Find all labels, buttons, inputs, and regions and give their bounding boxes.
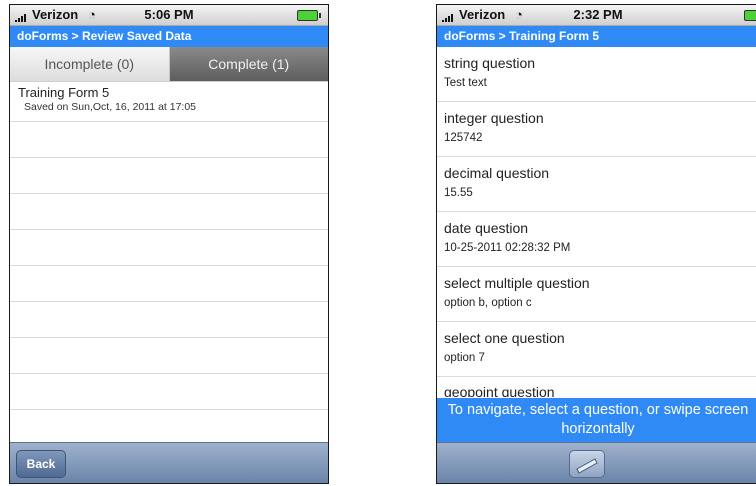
question-row-integer[interactable]: integer question 125742 bbox=[437, 102, 756, 157]
question-answer: option 7 bbox=[444, 352, 485, 364]
battery-icon bbox=[297, 10, 321, 21]
question-label: select multiple question bbox=[444, 275, 590, 291]
question-answer: 10-25-2011 02:28:32 PM bbox=[444, 242, 571, 254]
page-title: doForms > Training Form 5 bbox=[437, 26, 756, 47]
question-row-string[interactable]: string question Test text bbox=[437, 47, 756, 102]
phone-training-form: Verizon ◔ 2:32 PM doForms > Training For… bbox=[436, 4, 756, 484]
empty-row bbox=[10, 122, 328, 158]
list-item[interactable]: Training Form 5 Saved on Sun,Oct, 16, 20… bbox=[10, 82, 328, 122]
status-time: 5:06 PM bbox=[144, 7, 194, 22]
question-answer: 125742 bbox=[444, 132, 483, 144]
question-answer: 15.55 bbox=[444, 187, 473, 199]
bottom-toolbar: Back bbox=[10, 442, 328, 483]
question-label: string question bbox=[444, 55, 536, 71]
form-saved-date: Saved on Sun,Oct, 16, 2011 at 17:05 bbox=[24, 101, 197, 113]
question-row-date[interactable]: date question 10-25-2011 02:28:32 PM bbox=[437, 212, 756, 267]
question-answer: option b, option c bbox=[444, 297, 532, 309]
question-answer: Test text bbox=[444, 77, 487, 89]
empty-row bbox=[10, 194, 328, 230]
back-button[interactable]: Back bbox=[16, 450, 66, 478]
swipe-navigate-button[interactable] bbox=[569, 450, 605, 478]
question-row-decimal[interactable]: decimal question 15.55 bbox=[437, 157, 756, 212]
question-label: integer question bbox=[444, 110, 544, 126]
question-row-select-one[interactable]: select one question option 7 bbox=[437, 322, 756, 377]
question-row-geopoint[interactable]: geopoint question bbox=[437, 377, 756, 397]
phone-review-saved-data: Verizon ◔ 5:06 PM doForms > Review Saved… bbox=[9, 4, 329, 484]
question-label: select one question bbox=[444, 330, 565, 346]
status-bar: Verizon ◔ 2:32 PM bbox=[437, 5, 756, 26]
bottom-toolbar bbox=[437, 442, 756, 483]
tab-incomplete[interactable]: Incomplete (0) bbox=[10, 47, 170, 81]
swipe-navigate-icon bbox=[576, 458, 598, 474]
status-time: 2:32 PM bbox=[573, 7, 623, 22]
question-row-select-multiple[interactable]: select multiple question option b, optio… bbox=[437, 267, 756, 322]
question-label: decimal question bbox=[444, 165, 550, 181]
question-label: geopoint question bbox=[444, 384, 555, 397]
page-title: doForms > Review Saved Data bbox=[10, 26, 328, 47]
tab-complete[interactable]: Complete (1) bbox=[169, 47, 328, 81]
form-title: Training Form 5 bbox=[18, 85, 110, 100]
battery-icon bbox=[744, 10, 756, 21]
empty-row bbox=[10, 302, 328, 338]
question-label: date question bbox=[444, 220, 529, 236]
status-bar: Verizon ◔ 5:06 PM bbox=[10, 5, 328, 26]
empty-row bbox=[10, 230, 328, 266]
empty-row bbox=[10, 374, 328, 410]
navigation-hint: To navigate, select a question, or swipe… bbox=[437, 398, 756, 443]
empty-row bbox=[10, 338, 328, 374]
status-tabs: Incomplete (0) Complete (1) bbox=[10, 47, 328, 82]
empty-row bbox=[10, 410, 328, 446]
empty-row bbox=[10, 158, 328, 194]
empty-row bbox=[10, 266, 328, 302]
